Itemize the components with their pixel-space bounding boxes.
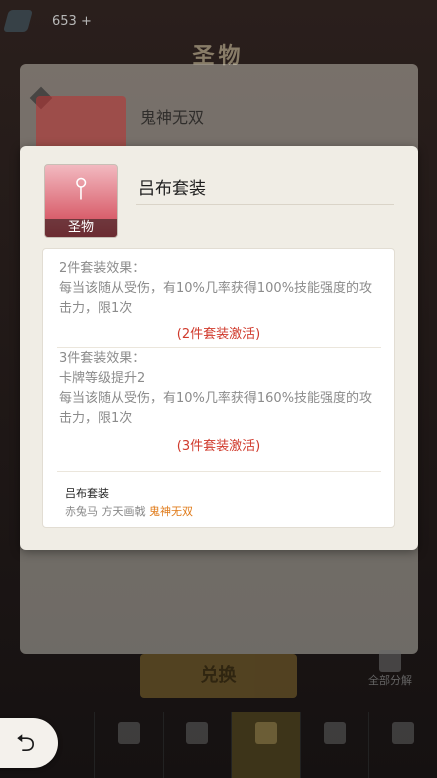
back-button[interactable]: ⮌ (0, 718, 58, 768)
divider (136, 204, 394, 205)
modal-title: 吕布套装 (138, 179, 206, 199)
set-member-current: 鬼神无双 (149, 505, 193, 518)
nav-tab-icon (254, 722, 277, 744)
nav-tab-relics[interactable] (231, 712, 300, 778)
nav-tab-icon (117, 722, 140, 744)
effect-2-heading: 2件套装效果： (59, 261, 146, 276)
set-detail-modal[interactable]: ⫯ 圣物 吕布套装 2件套装效果： 每当该随从受伤，有10%几率获得100%技能… (20, 146, 418, 550)
relic-set-icon: ⫯ 圣物 (44, 164, 118, 238)
return-arrow-icon: ⮌ (16, 729, 36, 757)
nav-tab-1[interactable] (94, 712, 163, 778)
exchange-button[interactable]: 兑换 (140, 654, 297, 698)
effect-3-text: 每当该随从受伤，有10%几率获得160%技能强度的攻击力，限1次 (59, 391, 373, 426)
effect-2-status: (2件套装激活) (176, 327, 261, 342)
set-effects-panel: 2件套装效果： 每当该随从受伤，有10%几率获得100%技能强度的攻击力，限1次… (42, 248, 395, 528)
effect-2-text: 每当该随从受伤，有10%几率获得100%技能强度的攻击力，限1次 (59, 281, 373, 316)
nav-tab-4[interactable] (299, 712, 369, 778)
set-members-owned: 赤兔马 方天画戟 (65, 505, 146, 518)
relic-tag: 圣物 (45, 219, 117, 237)
nav-tab-5[interactable] (368, 712, 437, 778)
bottom-nav (94, 712, 437, 778)
gem-icon (3, 10, 33, 32)
set-name: 吕布套装 (65, 487, 109, 500)
nav-tab-icon (392, 722, 415, 744)
nav-tab-icon (323, 722, 346, 744)
set-members: 赤兔马 方天画戟 鬼神无双 (65, 503, 193, 519)
effect-3-heading: 3件套装效果： (59, 351, 146, 366)
divider (57, 471, 381, 472)
effect-2-block: 2件套装效果： 每当该随从受伤，有10%几率获得100%技能强度的攻击力，限1次 (59, 259, 379, 319)
effect-3-line1: 卡牌等级提升2 (59, 371, 146, 386)
nav-tab-icon (186, 722, 209, 744)
effect-3-block: 3件套装效果： 卡牌等级提升2 每当该随从受伤，有10%几率获得160%技能强度… (59, 349, 379, 429)
decompose-icon (379, 650, 401, 672)
nav-tab-2[interactable] (162, 712, 232, 778)
currency-amount[interactable]: 653 + (52, 14, 92, 29)
decompose-all-label: 全部分解 (368, 674, 412, 687)
effect-3-status: (3件套装激活) (176, 439, 261, 454)
divider (57, 347, 381, 348)
decompose-all-button[interactable]: 全部分解 (360, 650, 420, 702)
trident-icon: ⫯ (74, 171, 88, 206)
relic-item-name: 鬼神无双 (140, 108, 205, 127)
